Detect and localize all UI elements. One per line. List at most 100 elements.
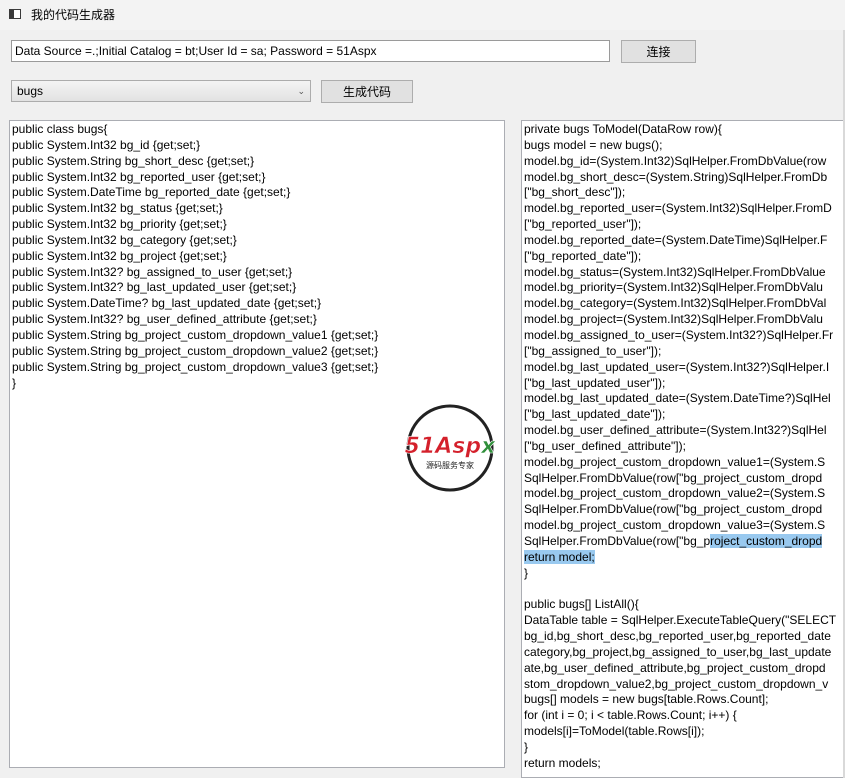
dal-code-line: ate,bg_user_defined_attribute,bg_project…	[524, 661, 845, 677]
model-code-line-text: public System.Int32? bg_last_updated_use…	[12, 280, 297, 295]
dal-code-line: }	[524, 740, 845, 756]
chevron-down-icon: ⌄	[297, 86, 305, 96]
dal-code-line: private bugs ToModel(DataRow row){	[524, 122, 845, 138]
dal-code-line-text: model.bg_reported_user=(System.Int32)Sql…	[524, 201, 832, 216]
model-code-line-text: public class bugs{	[12, 122, 108, 136]
dal-code-line-text: model.bg_reported_date=(System.DateTime)…	[524, 232, 828, 247]
dal-code-line: ["bg_reported_user"]);	[524, 217, 845, 233]
model-code-line: public System.Int32 bg_project {get;set;…	[12, 249, 502, 265]
model-code-line-text: public System.String bg_project_custom_d…	[12, 359, 379, 374]
model-code-line: public System.Int32 bg_priority {get;set…	[12, 217, 502, 233]
model-code-line: public System.String bg_project_custom_d…	[12, 360, 502, 376]
table-select-value: bugs	[17, 84, 44, 98]
model-code-line-text: public System.DateTime? bg_last_updated_…	[12, 296, 322, 311]
dal-code-line: ["bg_reported_date"]);	[524, 249, 845, 265]
dal-code-line-text: }	[524, 739, 529, 754]
dal-code-line: model.bg_last_updated_user=(System.Int32…	[524, 360, 845, 376]
model-code-line: }	[12, 376, 502, 392]
model-code-line-text: public System.Int32 bg_status {get;set;}	[12, 201, 223, 216]
model-code-line: public System.Int32? bg_assigned_to_user…	[12, 265, 502, 281]
dal-code-line-text: bugs model = new bugs();	[524, 137, 663, 152]
dal-code-line-text: models[i]=ToModel(table.Rows[i]);	[524, 724, 705, 739]
dal-code-line-text: ["bg_short_desc"]);	[524, 185, 626, 200]
model-code-line-text: public System.Int32 bg_reported_user {ge…	[12, 169, 266, 184]
dal-code-line-text: ["bg_last_updated_user"]);	[524, 375, 666, 390]
dal-code-line: model.bg_assigned_to_user=(System.Int32?…	[524, 328, 845, 344]
dal-code-line-text: return model;	[524, 549, 595, 564]
model-code-textbox[interactable]: public class bugs{public System.Int32 bg…	[9, 120, 505, 768]
model-code-line-text: public System.String bg_short_desc {get;…	[12, 153, 255, 168]
dal-code-line-text: bugs[] models = new bugs[table.Rows.Coun…	[524, 692, 769, 707]
generate-code-button[interactable]: 生成代码	[321, 80, 413, 103]
dal-code-line: category,bg_project,bg_assigned_to_user,…	[524, 645, 845, 661]
dal-code-line: SqlHelper.FromDbValue(row["bg_project_cu…	[524, 502, 845, 518]
dal-code-line-text: model.bg_project_custom_dropdown_value2=…	[524, 486, 826, 501]
dal-code-line-text: model.bg_status=(System.Int32)SqlHelper.…	[524, 264, 826, 279]
dal-code-line: model.bg_project_custom_dropdown_value2=…	[524, 486, 845, 502]
dal-code-line: public bugs[] ListAll(){	[524, 597, 845, 613]
dal-code-line: bugs[] models = new bugs[table.Rows.Coun…	[524, 692, 845, 708]
dal-code-line: for (int i = 0; i < table.Rows.Count; i+…	[524, 708, 845, 724]
dal-code-line-text: for (int i = 0; i < table.Rows.Count; i+…	[524, 708, 737, 723]
connection-string-input[interactable]	[11, 40, 610, 62]
model-code-line-text: }	[12, 375, 17, 390]
dal-code-line-text: model.bg_project_custom_dropdown_value3=…	[524, 518, 826, 533]
model-code-line: public class bugs{	[12, 122, 502, 138]
dal-code-line-text: DataTable table = SqlHelper.ExecuteTable…	[524, 613, 837, 628]
model-code-line-text: public System.Int32? bg_user_defined_att…	[12, 312, 317, 327]
dal-code-line: SqlHelper.FromDbValue(row["bg_project_cu…	[524, 533, 845, 550]
dal-code-line: model.bg_last_updated_date=(System.DateT…	[524, 391, 845, 407]
dal-code-line-text: ["bg_assigned_to_user"]);	[524, 343, 662, 358]
connect-button[interactable]: 连接	[621, 40, 696, 63]
dal-code-line: model.bg_reported_user=(System.Int32)Sql…	[524, 201, 845, 217]
dal-code-line-text: ["bg_last_updated_date"]);	[524, 407, 666, 422]
model-code-line-text: public System.String bg_project_custom_d…	[12, 343, 379, 358]
dal-code-line: model.bg_project=(System.Int32)SqlHelper…	[524, 312, 845, 328]
dal-code-line: model.bg_status=(System.Int32)SqlHelper.…	[524, 265, 845, 281]
dal-code-line-text: public bugs[] ListAll(){	[524, 597, 639, 612]
dal-code-line: bugs model = new bugs();	[524, 138, 845, 154]
dal-code-line-text: bg_id,bg_short_desc,bg_reported_user,bg_…	[524, 629, 831, 643]
dal-code-line: stom_dropdown_value2,bg_project_custom_d…	[524, 677, 845, 693]
title-bar: 我的代码生成器	[0, 0, 845, 30]
model-code-line-text: public System.Int32? bg_assigned_to_user…	[12, 264, 293, 279]
model-code-line: public System.String bg_project_custom_d…	[12, 328, 502, 344]
app-window-icon	[9, 9, 21, 19]
dal-code-line-text: model.bg_id=(System.Int32)SqlHelper.From…	[524, 153, 827, 168]
dal-code-line-text: ["bg_reported_date"]);	[524, 248, 642, 263]
model-code-line: public System.Int32 bg_status {get;set;}	[12, 201, 502, 217]
dal-code-line: model.bg_priority=(System.Int32)SqlHelpe…	[524, 280, 845, 296]
dal-code-line: ["bg_assigned_to_user"]);	[524, 344, 845, 360]
dal-code-line-text: SqlHelper.FromDbValue(row["bg_project_cu…	[524, 470, 823, 485]
dal-code-line-text: ["bg_user_defined_attribute"]);	[524, 438, 686, 453]
dal-code-line-text: }	[524, 565, 529, 580]
dal-code-textbox[interactable]: private bugs ToModel(DataRow row){bugs m…	[521, 120, 845, 778]
dal-code-line	[524, 581, 845, 597]
dal-code-line: ["bg_short_desc"]);	[524, 185, 845, 201]
model-code-line: public System.Int32? bg_last_updated_use…	[12, 280, 502, 296]
dal-code-line-text: model.bg_last_updated_user=(System.Int32…	[524, 359, 830, 374]
dal-code-line-text: model.bg_project=(System.Int32)SqlHelper…	[524, 312, 823, 327]
dal-code-line: ["bg_user_defined_attribute"]);	[524, 439, 845, 455]
dal-code-line-text: return models;	[524, 755, 601, 770]
dal-code-line-text: model.bg_last_updated_date=(System.DateT…	[524, 391, 831, 406]
selected-text: roject_custom_dropd	[710, 533, 823, 548]
dal-code-line: model.bg_id=(System.Int32)SqlHelper.From…	[524, 154, 845, 170]
dal-code-line: model.bg_project_custom_dropdown_value1=…	[524, 455, 845, 471]
window-title: 我的代码生成器	[31, 8, 116, 22]
dal-code-line: }	[524, 566, 845, 582]
dal-code-line-text: model.bg_project_custom_dropdown_value1=…	[524, 454, 826, 469]
dal-code-line-text: ["bg_reported_user"]);	[524, 217, 642, 232]
dal-code-line: return model;	[524, 549, 845, 566]
dal-code-line-text: SqlHelper.FromDbValue(row["bg_project_cu…	[524, 502, 823, 517]
model-code-line-text: public System.String bg_project_custom_d…	[12, 327, 379, 342]
dal-code-line: model.bg_short_desc=(System.String)SqlHe…	[524, 170, 845, 186]
dal-code-line: model.bg_reported_date=(System.DateTime)…	[524, 233, 845, 249]
model-code-line: public System.Int32 bg_category {get;set…	[12, 233, 502, 249]
dal-code-line-text: stom_dropdown_value2,bg_project_custom_d…	[524, 676, 829, 691]
table-select[interactable]: bugs ⌄	[11, 80, 311, 102]
model-code-line-text: public System.Int32 bg_id {get;set;}	[12, 137, 201, 152]
model-code-line-text: public System.Int32 bg_category {get;set…	[12, 232, 237, 247]
dal-code-line: ["bg_last_updated_user"]);	[524, 376, 845, 392]
dal-code-line-text: model.bg_short_desc=(System.String)SqlHe…	[524, 169, 828, 184]
